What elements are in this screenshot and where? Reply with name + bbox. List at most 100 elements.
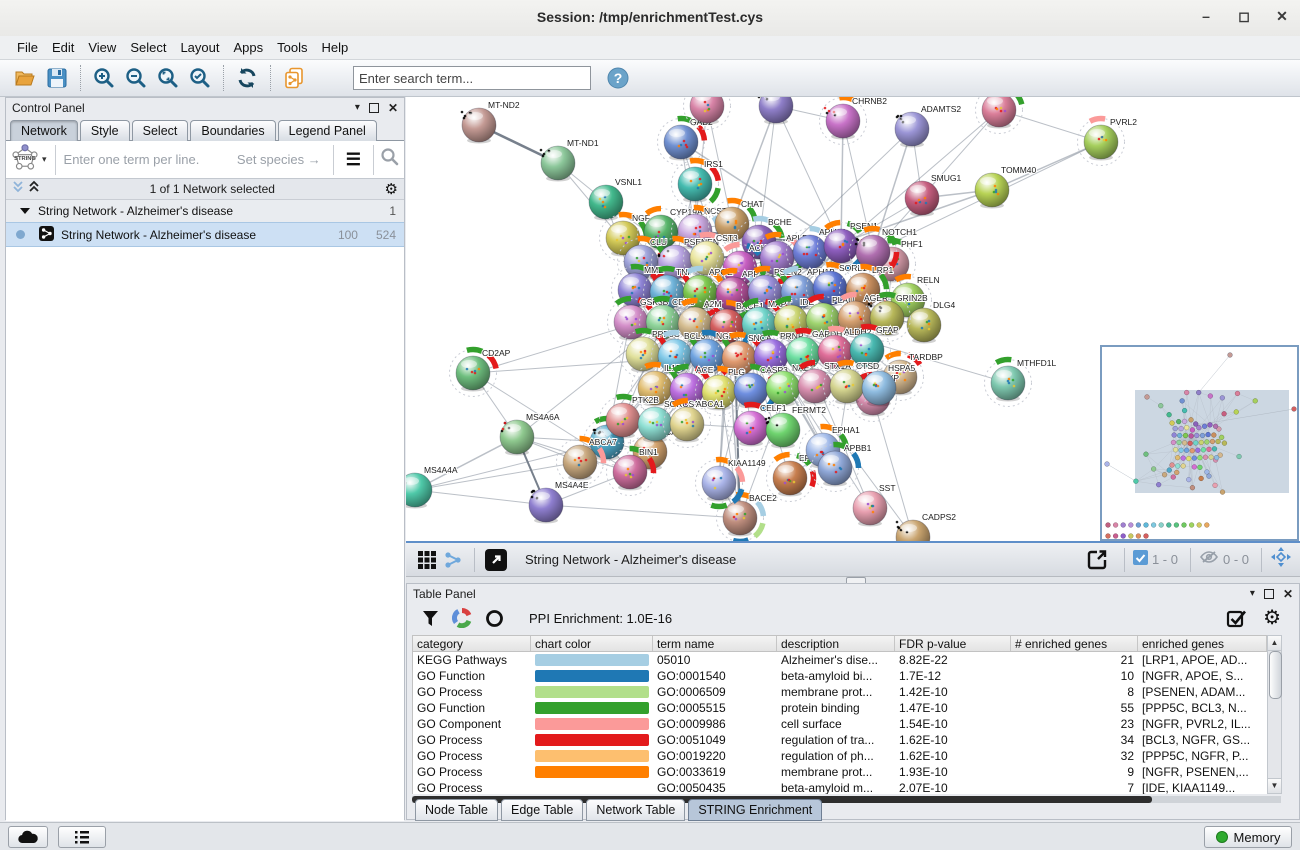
table-row[interactable]: GO ProcessGO:0033619membrane prot...1.93… bbox=[413, 764, 1280, 780]
panel-menu-icon[interactable]: ▾ bbox=[355, 103, 360, 113]
string-query-input[interactable] bbox=[62, 151, 237, 168]
tab-node-table[interactable]: Node Table bbox=[415, 799, 498, 821]
string-db-dropdown-icon[interactable]: ▾ bbox=[42, 154, 47, 165]
hidden-eye-icon[interactable] bbox=[1199, 549, 1219, 570]
string-options-icon[interactable]: ☰ bbox=[340, 150, 367, 170]
scrollbar-thumb[interactable] bbox=[1269, 651, 1282, 699]
string-logo-icon[interactable]: STRING bbox=[10, 142, 40, 177]
tab-string-enrichment[interactable]: STRING Enrichment bbox=[688, 799, 822, 821]
network-row-selected[interactable]: String Network - Alzheimer's disease 100… bbox=[6, 222, 404, 247]
network-edge[interactable] bbox=[415, 490, 546, 505]
filter-funnel-icon[interactable] bbox=[417, 605, 443, 631]
gear-icon[interactable]: ⚙ bbox=[385, 182, 398, 197]
network-node[interactable]: TOMM40 bbox=[975, 165, 1037, 209]
network-node[interactable]: MS4A4A bbox=[406, 465, 458, 509]
column-header-6[interactable]: enriched genes bbox=[1138, 636, 1267, 651]
gear-icon[interactable]: ⚙ bbox=[1263, 611, 1281, 626]
memory-button[interactable]: Memory bbox=[1204, 826, 1292, 848]
column-header-2[interactable]: term name bbox=[653, 636, 777, 651]
network-node[interactable]: ADAMTS2 bbox=[895, 104, 961, 148]
network-node[interactable]: MTHFD1L bbox=[985, 358, 1057, 407]
help-icon[interactable]: ? bbox=[605, 65, 631, 91]
zoom-in-icon[interactable] bbox=[91, 65, 117, 91]
donut-chart-icon[interactable] bbox=[449, 605, 475, 631]
network-node[interactable]: SNAP91 bbox=[684, 97, 749, 130]
species-hint[interactable]: Set species → bbox=[237, 152, 321, 167]
vertical-scrollbar[interactable]: ▲ ▼ bbox=[1267, 635, 1282, 794]
save-session-icon[interactable] bbox=[44, 65, 70, 91]
network-node[interactable]: SORCS3 bbox=[976, 97, 1044, 134]
tab-edge-table[interactable]: Edge Table bbox=[501, 799, 583, 821]
tab-legend-panel[interactable]: Legend Panel bbox=[278, 120, 377, 141]
scroll-up-icon[interactable]: ▲ bbox=[1268, 636, 1281, 651]
network-node[interactable]: MT-ND2 bbox=[461, 100, 520, 144]
network-node[interactable]: MT-ND1 bbox=[540, 138, 599, 182]
menu-tools[interactable]: Tools bbox=[270, 38, 314, 57]
maximize-icon[interactable]: ◻ bbox=[1236, 8, 1252, 25]
tab-boundaries[interactable]: Boundaries bbox=[190, 120, 275, 141]
table-row[interactable]: GO FunctionGO:0005515protein binding1.47… bbox=[413, 700, 1280, 716]
table-row[interactable]: GO FunctionGO:0001540beta-amyloid bi...1… bbox=[413, 668, 1280, 684]
menu-help[interactable]: Help bbox=[315, 38, 356, 57]
tab-style[interactable]: Style bbox=[80, 120, 130, 141]
ring-chart-icon[interactable] bbox=[481, 605, 507, 631]
tab-network-table[interactable]: Network Table bbox=[586, 799, 685, 821]
menu-edit[interactable]: Edit bbox=[45, 38, 81, 57]
open-external-icon[interactable] bbox=[483, 547, 509, 573]
network-node[interactable]: MS4A6A bbox=[500, 412, 560, 456]
table-row[interactable]: GO ProcessGO:0050435beta-amyloid m...2.0… bbox=[413, 780, 1280, 794]
cloud-button[interactable] bbox=[8, 826, 48, 848]
birds-eye-view[interactable] bbox=[1100, 345, 1299, 541]
share-icon[interactable] bbox=[440, 547, 466, 573]
select-all-icon[interactable] bbox=[1223, 605, 1249, 631]
import-network-icon[interactable] bbox=[281, 65, 307, 91]
table-row[interactable]: GO ProcessGO:0019220regulation of ph...1… bbox=[413, 748, 1280, 764]
tab-network[interactable]: Network bbox=[10, 120, 78, 141]
table-row[interactable]: KEGG Pathways05010Alzheimer's dise...8.8… bbox=[413, 652, 1280, 668]
panel-menu-icon[interactable]: ▾ bbox=[1250, 589, 1255, 599]
collection-expander-icon[interactable] bbox=[20, 208, 30, 214]
refresh-icon[interactable] bbox=[234, 65, 260, 91]
menu-file[interactable]: File bbox=[10, 38, 45, 57]
menu-select[interactable]: Select bbox=[123, 38, 173, 57]
search-input[interactable] bbox=[353, 66, 591, 90]
network-node[interactable]: CD2AP bbox=[450, 348, 511, 397]
close-icon[interactable]: ✕ bbox=[1274, 8, 1290, 25]
panel-float-icon[interactable] bbox=[369, 103, 379, 113]
table-row[interactable]: GO ComponentGO:0009986cell surface1.54E-… bbox=[413, 716, 1280, 732]
minimize-icon[interactable]: – bbox=[1198, 8, 1214, 25]
open-session-icon[interactable] bbox=[12, 65, 38, 91]
column-header-3[interactable]: description bbox=[777, 636, 895, 651]
network-collection-row[interactable]: String Network - Alzheimer's disease 1 bbox=[6, 200, 404, 222]
panel-close-icon[interactable]: ✕ bbox=[1283, 589, 1293, 599]
menu-view[interactable]: View bbox=[81, 38, 123, 57]
column-header-4[interactable]: FDR p-value bbox=[895, 636, 1011, 651]
grid-icon[interactable] bbox=[414, 547, 440, 573]
network-node[interactable]: CHRNB2 bbox=[820, 97, 888, 145]
network-node[interactable]: CADPS2 bbox=[896, 512, 957, 541]
network-node[interactable]: IRS1 bbox=[672, 159, 724, 208]
menu-apps[interactable]: Apps bbox=[227, 38, 271, 57]
column-header-1[interactable]: chart color bbox=[531, 636, 653, 651]
export-icon[interactable] bbox=[1084, 547, 1110, 573]
panel-float-icon[interactable] bbox=[1264, 589, 1274, 599]
zoom-out-icon[interactable] bbox=[123, 65, 149, 91]
collapse-all-icon[interactable] bbox=[12, 180, 24, 198]
panel-close-icon[interactable]: ✕ bbox=[388, 103, 398, 113]
column-header-0[interactable]: category bbox=[413, 636, 531, 651]
network-node[interactable]: PVRL2 bbox=[1078, 117, 1138, 166]
network-canvas[interactable]: MT-ND2MT-ND1VSNL1GAB2SNAP91CHRNA7CHRNB2A… bbox=[406, 97, 1300, 541]
tab-select[interactable]: Select bbox=[132, 120, 189, 141]
table-row[interactable]: GO ProcessGO:0051049regulation of tra...… bbox=[413, 732, 1280, 748]
network-node[interactable]: CHRNA7 bbox=[757, 97, 821, 125]
expand-all-icon[interactable] bbox=[28, 180, 40, 198]
column-header-5[interactable]: # enriched genes bbox=[1011, 636, 1138, 651]
menu-layout[interactable]: Layout bbox=[173, 38, 226, 57]
table-row[interactable]: GO ProcessGO:0006509membrane prot...1.42… bbox=[413, 684, 1280, 700]
zoom-fit-icon[interactable] bbox=[155, 65, 181, 91]
string-search-icon[interactable] bbox=[380, 147, 400, 172]
navigate-compass-icon[interactable] bbox=[1270, 546, 1292, 573]
task-list-button[interactable] bbox=[58, 826, 106, 848]
scroll-down-icon[interactable]: ▼ bbox=[1268, 778, 1281, 793]
zoom-selected-icon[interactable] bbox=[187, 65, 213, 91]
